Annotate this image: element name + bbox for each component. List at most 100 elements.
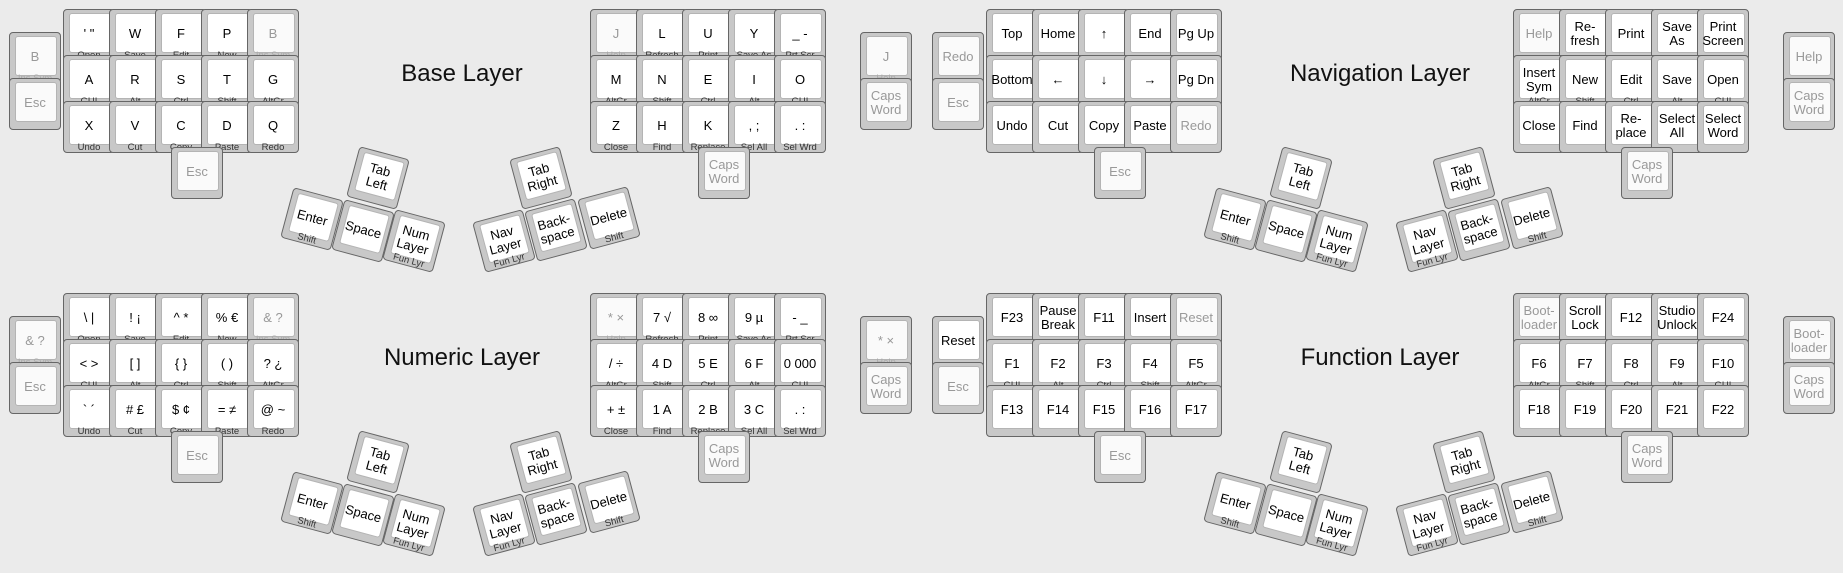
keycap: 2 BReplace [682,385,734,437]
key-tap-label: Redo [1180,118,1212,133]
key-tap-label: Save [1662,72,1692,87]
keycap: Delete Shift [577,470,641,534]
key-tap-label: 0 000 [783,356,817,371]
keycap: Redo [1170,101,1222,153]
key-tap-label: Caps Word [870,88,902,117]
key-tap-label: * × [877,333,895,348]
key-tap-label: 6 F [744,356,764,371]
key-tap-label: F9 [1669,356,1685,371]
layer-title: Numeric Layer [383,344,541,371]
key-tap-label: F19 [1573,402,1597,417]
key-hold-label: Cut [127,426,143,437]
keycap: 5 ECtrl [682,339,734,391]
keycap: F9Alt [1651,339,1703,391]
key-tap-label: Help [1795,49,1823,64]
key-hold-label: Undo [77,142,101,153]
keycap: Help [1513,9,1565,61]
key-tap-label: Redo [942,49,974,64]
key-tap-label: K [703,118,713,133]
keycap: F15 [1078,385,1130,437]
key-tap-label: # £ [125,402,145,417]
keycap: 0 000GUI [774,339,826,391]
key-tap-label: Esc [24,379,46,394]
key-tap-label: Bottom [991,72,1033,87]
key-tap-label: / ÷ [608,356,624,371]
key-tap-label: Re- place [1615,111,1647,140]
key-tap-label: . : [794,402,806,417]
keycap: ( )Shift [201,339,253,391]
keycap: - _Prt Scr [774,293,826,345]
keycap: Cut [1032,101,1084,153]
keycap: Tab Left [346,146,410,210]
keycap: F20 [1605,385,1657,437]
keycap: JHelp [590,9,642,61]
key-tap-label: A [84,72,94,87]
keycap: Find [1559,101,1611,153]
keycap: Caps Word [1621,431,1673,483]
key-tap-label: B [268,26,278,41]
keycap: Save As [1651,9,1703,61]
keycap: Insert SymAltGr [1513,55,1565,107]
key-tap-label: Pause Break [1039,303,1077,332]
key-tap-label: U [703,26,713,41]
keycap: Copy [1078,101,1130,153]
keycap: Esc [9,362,61,414]
keycap: V Cut [109,101,161,153]
keycap: . : Sel Wrd [774,385,826,437]
key-tap-label: Scroll Lock [1568,303,1602,332]
key-tap-label: New [1571,72,1598,87]
keycap: 1 A Find [636,385,688,437]
key-tap-label: F2 [1050,356,1066,371]
keycap: ↑ [1078,9,1130,61]
key-tap-label: M [610,72,622,87]
keycap: F24 [1697,293,1749,345]
key-hold-label: Find [652,426,672,437]
key-tap-label: T [223,72,231,87]
key-tap-label: 5 E [698,356,718,371]
keyboard-layout-diagram: Base Layer' "OpenWSaveFEditPNewBIns SymB… [0,0,1843,573]
keycap: Bottom [986,55,1038,107]
keycap: YSave As [728,9,780,61]
keycap: Esc [932,362,984,414]
keycap: CCopy [155,101,207,153]
key-tap-label: F20 [1619,402,1643,417]
key-tap-label: Caps Word [1793,88,1825,117]
keycap: ` ´ Undo [63,385,115,437]
keycap: Top [986,9,1038,61]
keycap: F7Shift [1559,339,1611,391]
key-tap-label: J [882,49,890,64]
key-tap-label: ^ * [173,310,189,325]
keycap: KReplace [682,101,734,153]
key-tap-label: ! ¡ [129,310,141,325]
key-tap-label: Esc [947,95,969,110]
keycap: 8 ∞Print [682,293,734,345]
keycap: Esc [1094,147,1146,199]
keycap: BIns Sym [9,32,61,84]
keycap: 3 C Sel All [728,385,780,437]
keycap: Tab Left [346,430,410,494]
keycap: Caps Word [698,147,750,199]
keycap: F17 [1170,385,1222,437]
key-tap-label: [ ] [129,356,141,371]
keycap: WSave [109,9,161,61]
key-tap-label: , ; [748,118,760,133]
key-tap-label: Studio Unlock [1657,303,1697,332]
key-tap-label: F14 [1046,402,1070,417]
key-tap-label: Y [749,26,759,41]
keycap: F14 [1032,385,1084,437]
keycap: RAlt [109,55,161,107]
key-tap-label: 9 µ [744,310,764,325]
key-hold-label: Redo [261,426,285,437]
key-tap-label: . : [794,118,806,133]
key-tap-label: Open [1707,72,1739,87]
key-tap-label: _ - [792,26,808,41]
key-tap-label: F12 [1619,310,1643,325]
key-tap-label: Re- fresh [1570,19,1600,48]
keycap: F16 [1124,385,1176,437]
keycap: + ± Close [590,385,642,437]
keycap: Select All [1651,101,1703,153]
key-tap-label: Close [1522,118,1556,133]
key-tap-label: \ | [83,310,95,325]
keycap: NewShift [1559,55,1611,107]
keycap: F12 [1605,293,1657,345]
